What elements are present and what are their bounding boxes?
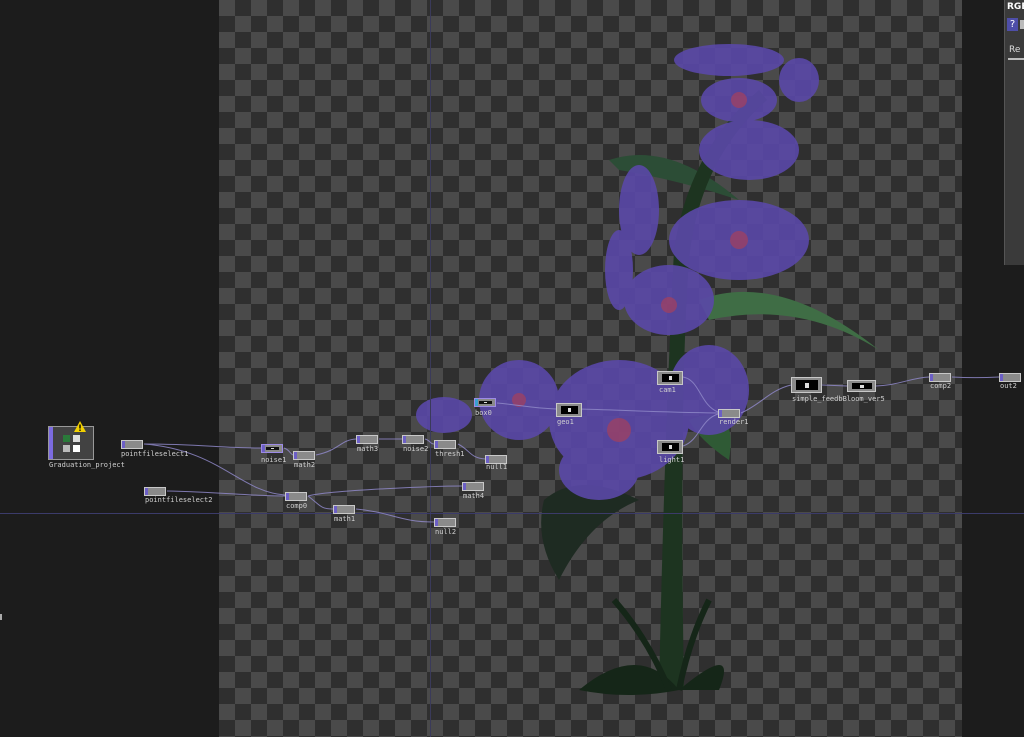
node-flag [463,483,466,490]
node-label: geo1 [557,418,574,426]
node-label: pointfileselect2 [145,496,213,504]
node-flag [475,399,478,406]
node-label: math3 [357,445,379,453]
tab-render[interactable]: Re [1009,45,1020,55]
node-out2[interactable] [999,373,1021,382]
pane-edge-marker [0,614,2,620]
tab-underline [1008,58,1024,60]
node-flag [262,445,265,452]
node-noise1[interactable] [261,444,283,453]
node-label: comp0 [286,502,308,510]
node-flag [403,436,406,443]
parameter-panel[interactable]: RGB ? Re [1004,0,1024,265]
component-flag-strip [49,427,53,459]
node-math3[interactable] [356,435,378,444]
node-viewer [852,383,872,389]
parameter-panel-title: RGB [1007,2,1024,12]
node-simple-feedback-bloom-ver5[interactable] [847,380,876,392]
node-flag [435,441,438,448]
node-label: thresh1 [435,450,465,458]
node-flag [719,410,722,417]
node-label: comp2 [930,382,952,390]
node-thresh1[interactable] [434,440,456,449]
node-geo1[interactable] [556,403,582,417]
node-pointfileselect1[interactable] [121,440,143,449]
node-label: math1 [334,515,356,523]
node-viewer [479,401,492,404]
node-label: math4 [463,492,485,500]
node-label: noise1 [261,456,287,464]
component-grid-icon [63,435,80,452]
node-noise2[interactable] [402,435,424,444]
node-cam1[interactable] [657,371,683,385]
node-flag [122,441,125,448]
node-label: simple_feedbBloom_ver5 [792,395,885,403]
node-null2[interactable] [434,518,456,527]
node-flag [1000,374,1003,381]
warning-icon[interactable] [74,421,86,432]
node-label: out2 [1000,382,1017,390]
node-flag [357,436,360,443]
node-flag [294,452,297,459]
node-flag [486,456,489,463]
graduation-project-component[interactable] [48,426,94,460]
node-comp2[interactable] [929,373,951,382]
node-viewer [662,443,679,451]
node-viewer [662,374,679,382]
node-math4[interactable] [462,482,484,491]
component-label: Graduation_project [49,461,125,469]
node-label: null2 [435,528,457,536]
node-comp0[interactable] [285,492,307,501]
node-render1[interactable] [718,409,740,418]
node-viewer [561,406,578,414]
node-label: math2 [294,461,316,469]
network-wires [143,376,1000,523]
node-label: box0 [475,409,492,417]
node-light1[interactable] [657,440,683,454]
help-icon[interactable]: ? [1007,18,1018,31]
node-label: render1 [719,418,749,426]
node-box0[interactable] [474,398,496,407]
node-simple-feedback-bloom[interactable] [791,377,822,393]
node-label: light1 [659,456,685,464]
node-math2[interactable] [293,451,315,460]
node-flag [435,519,438,526]
panel-toggle[interactable] [1020,20,1024,29]
node-flag [334,506,337,513]
node-label: null1 [486,463,508,471]
node-label: noise2 [403,445,429,453]
node-label: cam1 [659,386,676,394]
node-viewer [266,447,279,450]
node-label: pointfileselect1 [121,450,189,458]
node-viewer [796,380,818,390]
node-pointfileselect2[interactable] [144,487,166,496]
node-flag [145,488,148,495]
node-flag [286,493,289,500]
node-flag [930,374,933,381]
node-math1[interactable] [333,505,355,514]
